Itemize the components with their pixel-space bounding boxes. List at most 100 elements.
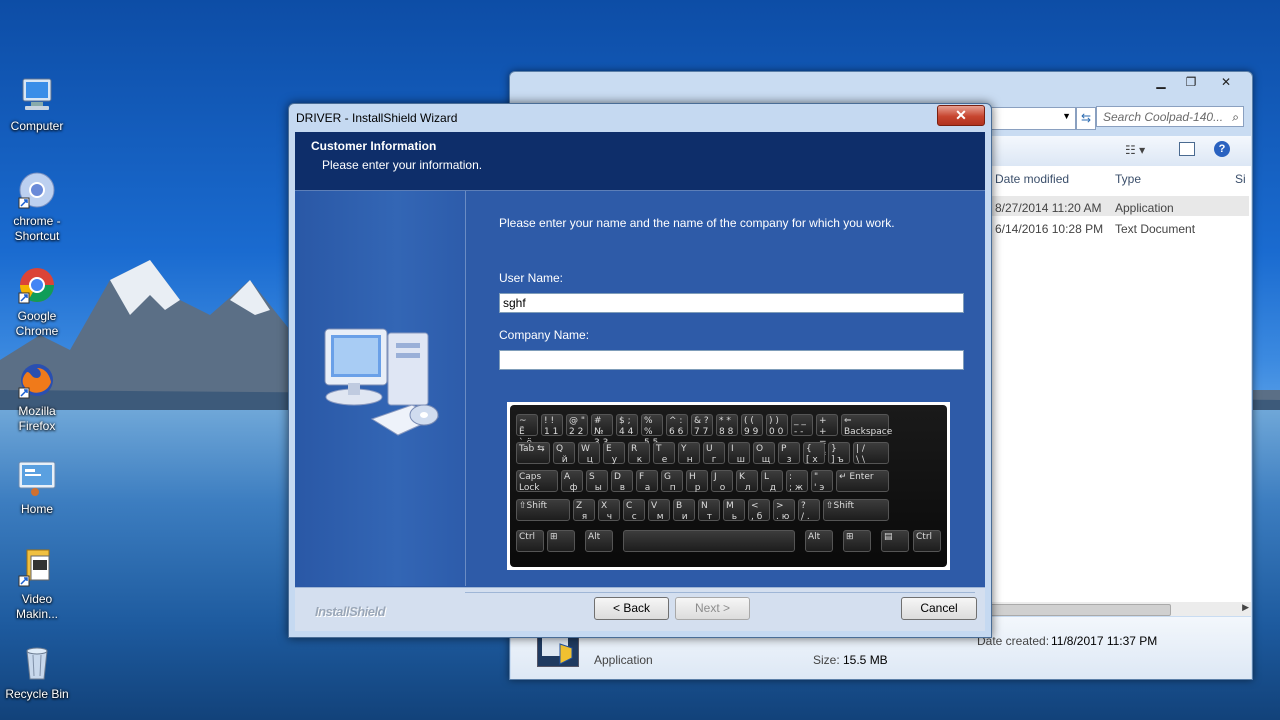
explorer-caption-buttons: ▁ ❐ ✕ <box>1146 73 1246 91</box>
desktop-icon-label: Google Chrome <box>15 309 59 338</box>
keyboard-key: C с <box>623 499 645 522</box>
keyboard-key: ↵ Enter <box>836 470 889 492</box>
desktop-icon-recycle-bin[interactable]: Recycle Bin <box>2 643 72 702</box>
keyboard-key: <, б <box>748 499 770 522</box>
view-options-icon[interactable]: ☷ ▾ <box>1125 143 1145 157</box>
wizard-header-subtitle: Please enter your information. <box>322 158 483 172</box>
desktop-icon-computer[interactable]: Computer <box>2 75 72 134</box>
search-icon: ⌕ <box>1232 110 1239 124</box>
close-button[interactable]: ✕ <box>1206 73 1246 91</box>
desktop-icon-label: Recycle Bin <box>5 687 69 701</box>
keyboard-key: & ? 7 7 <box>691 414 713 437</box>
keyboard-key: % % 5 5 <box>641 414 663 448</box>
keyboard-key: Ctrl <box>516 530 544 552</box>
keyboard-key: }] ъ <box>828 442 850 465</box>
wizard-header: Customer Information Please enter your i… <box>295 132 985 191</box>
desktop-icon-label: chrome - Shortcut <box>13 214 61 243</box>
firefox-icon <box>17 360 57 400</box>
address-bar[interactable]: ▼ <box>990 107 1076 130</box>
keyboard-key: _ _ - - <box>791 414 813 437</box>
keyboard-key: D в <box>611 470 633 493</box>
keyboard-key: Tab ⇆ <box>516 442 550 464</box>
keyboard-key: M ь <box>723 499 745 522</box>
recycle-bin-icon <box>17 643 57 683</box>
desktop-icon-label: Home <box>20 502 53 516</box>
keyboard-key: Ctrl <box>913 530 941 552</box>
keyboard-key: " ' э <box>811 470 833 493</box>
keyboard-key: U г <box>703 442 725 465</box>
home-icon <box>17 458 57 498</box>
keyboard-key: ▤ <box>881 530 909 552</box>
desktop-icon-label: Computer <box>10 119 64 133</box>
close-icon: ✕ <box>955 107 967 123</box>
desktop-icon-firefox[interactable]: Mozilla Firefox <box>2 360 72 434</box>
installshield-wizard-dialog[interactable]: DRIVER - InstallShield Wizard ✕ Customer… <box>288 103 992 638</box>
keyboard-key: P з <box>778 442 800 465</box>
desktop-icon-chrome-shortcut[interactable]: chrome - Shortcut <box>2 170 72 244</box>
column-header-size[interactable]: Si <box>1235 172 1246 186</box>
maximize-button[interactable]: ❐ <box>1176 73 1206 91</box>
keyboard-key: I ш <box>728 442 750 465</box>
keyboard-key: K л <box>736 470 758 493</box>
next-button[interactable]: Next > <box>675 597 750 620</box>
scrollbar-thumb[interactable] <box>985 604 1171 616</box>
keyboard-key: ⇐ Backspace <box>841 414 892 437</box>
company-name-label: Company Name: <box>499 328 590 342</box>
keyboard-key: ^ :6 6 <box>666 414 688 437</box>
chevron-down-icon[interactable]: ▼ <box>1062 111 1071 121</box>
cancel-button[interactable]: Cancel <box>901 597 977 620</box>
wizard-side-panel <box>295 191 466 586</box>
details-size: 15.5 MB <box>843 653 888 667</box>
keyboard-key: ⇧Shift <box>823 499 889 521</box>
wizard-titlebar[interactable]: DRIVER - InstallShield Wizard ✕ <box>289 104 989 132</box>
user-name-input[interactable]: sghf <box>499 293 964 313</box>
details-date-created: 11/8/2017 11:37 PM <box>1051 634 1158 648</box>
keyboard-key: ! ! 1 1 <box>541 414 563 437</box>
keyboard-key: R к <box>628 442 650 465</box>
keyboard-key: N т <box>698 499 720 522</box>
preview-pane-icon[interactable] <box>1179 142 1195 156</box>
wizard-client-area: Customer Information Please enter your i… <box>295 132 985 631</box>
keyboard-key: ( (9 9 <box>741 414 763 437</box>
company-name-input[interactable] <box>499 350 964 370</box>
keyboard-key: J о <box>711 470 733 493</box>
desktop-icon-label: Video Makin... <box>15 592 58 621</box>
column-header-date-modified[interactable]: Date modified <box>995 172 1069 186</box>
file-date: 6/14/2016 10:28 PM <box>995 222 1104 236</box>
search-input[interactable]: Search Coolpad-140... ⌕ <box>1096 106 1244 127</box>
help-icon[interactable]: ? <box>1214 141 1230 157</box>
scroll-right-icon[interactable]: ▶ <box>1242 602 1249 613</box>
keyboard-key: ~ Ё` ё <box>516 414 538 448</box>
close-button[interactable]: ✕ <box>937 105 985 126</box>
chrome-icon <box>17 265 57 305</box>
horizontal-scrollbar[interactable]: ▶ <box>981 602 1251 616</box>
details-size-label: Size: <box>813 653 840 667</box>
keyboard-key: Caps Lock <box>516 470 558 493</box>
keyboard-key: W ц <box>578 442 600 465</box>
keyboard-key: Z я <box>573 499 595 522</box>
keyboard-image: ~ Ё` ё ! !1 1 @ "2 2 # №3 3 $ ;4 4 % %5 … <box>507 402 950 570</box>
keyboard-key: :; ж <box>786 470 808 493</box>
refresh-button[interactable]: ⇆ <box>1076 107 1096 130</box>
desktop-icon-home[interactable]: Home <box>2 458 72 517</box>
keyboard-key: | / \ \ <box>853 442 889 465</box>
file-type: Application <box>1115 201 1174 215</box>
footer-divider <box>465 592 975 593</box>
keyboard-key: {[ х <box>803 442 825 465</box>
column-header-type[interactable]: Type <box>1115 172 1141 186</box>
minimize-button[interactable]: ▁ <box>1146 73 1176 91</box>
keyboard-key <box>623 530 795 552</box>
keyboard-key: ) ) 0 0 <box>766 414 788 437</box>
keyboard-key: ? / . <box>798 499 820 522</box>
keyboard-key: Alt <box>805 530 833 552</box>
desktop-icon-google-chrome[interactable]: Google Chrome <box>2 265 72 339</box>
search-placeholder: Search Coolpad-140... <box>1103 110 1224 124</box>
computer-setup-icon <box>324 328 440 436</box>
keyboard-key: >. ю <box>773 499 795 522</box>
desktop-icon-video-maker[interactable]: Video Makin... <box>2 548 72 622</box>
keyboard-key: $ ; 4 4 <box>616 414 638 437</box>
keyboard-key: Y н <box>678 442 700 465</box>
keyboard-key: V м <box>648 499 670 522</box>
video-maker-icon <box>17 548 57 588</box>
back-button[interactable]: < Back <box>594 597 669 620</box>
